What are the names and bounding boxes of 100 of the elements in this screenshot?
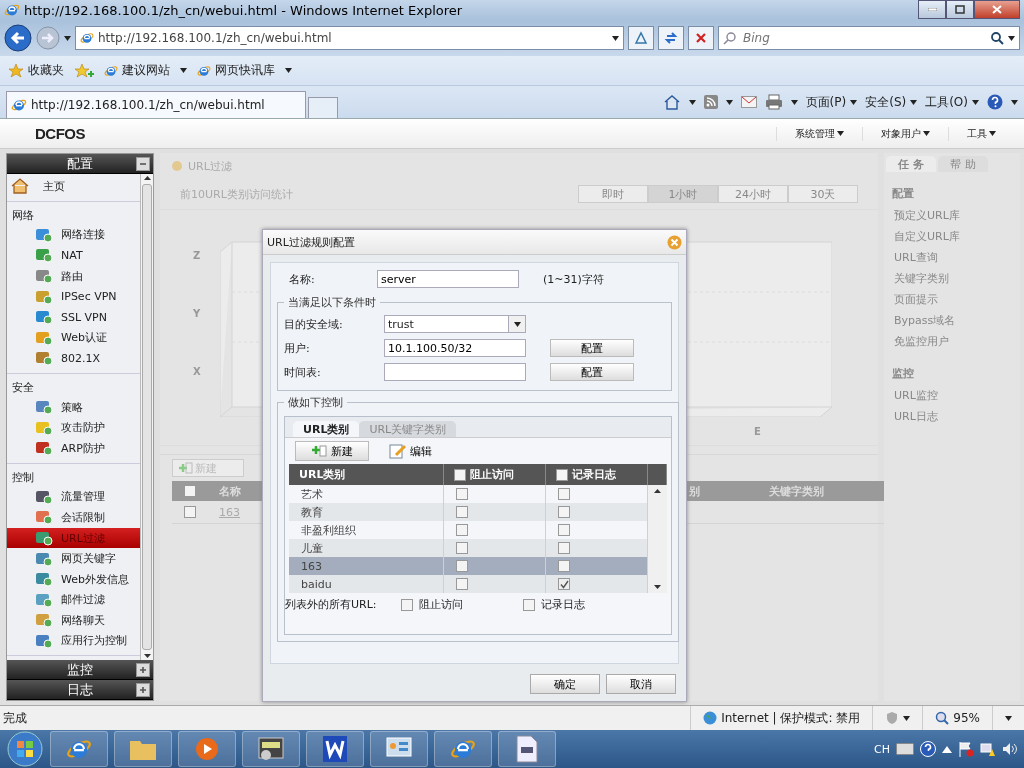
sidebar-item[interactable]: Web外发信息 — [7, 568, 140, 590]
scrollbar[interactable] — [648, 485, 667, 593]
log-checkbox[interactable] — [558, 542, 570, 554]
start-button[interactable] — [6, 731, 44, 767]
feed-icon[interactable] — [703, 95, 718, 109]
sidebar-item[interactable]: 主页 — [7, 176, 140, 197]
compatibility-button[interactable] — [628, 26, 654, 50]
app-menu[interactable]: 系统管理 — [776, 126, 862, 141]
taskbar-button[interactable] — [498, 731, 556, 767]
scroll-up-icon[interactable] — [654, 489, 661, 493]
taskbar-button[interactable] — [50, 731, 108, 767]
table-cell[interactable]: 儿童 — [289, 539, 444, 557]
caret-icon[interactable] — [513, 321, 521, 327]
favorites-button[interactable]: 收藏夹 — [8, 62, 64, 79]
caret-icon[interactable] — [612, 35, 619, 41]
caret-icon[interactable] — [972, 99, 979, 105]
sidebar-item[interactable]: 网络连接 — [7, 224, 140, 246]
sidebar-section-header[interactable]: 日志 — [7, 680, 153, 700]
caret-icon[interactable] — [790, 99, 798, 105]
sidebar-item[interactable]: 网络聊天 — [7, 610, 140, 631]
block-checkbox[interactable] — [456, 488, 468, 500]
column-checkbox[interactable] — [556, 468, 568, 481]
block-checkbox[interactable] — [400, 598, 413, 611]
sidebar-item[interactable]: 邮件过滤 — [7, 589, 140, 611]
scroll-up-icon[interactable] — [143, 176, 151, 180]
print-icon[interactable] — [764, 94, 783, 110]
sidebar-section-header[interactable]: 配置 — [7, 154, 153, 174]
keyboard-icon[interactable] — [896, 743, 914, 755]
taskbar-button[interactable] — [370, 731, 428, 767]
sidebar-item[interactable]: ARP防护 — [7, 437, 140, 459]
caret-icon[interactable] — [180, 68, 187, 73]
expand-button[interactable] — [136, 683, 150, 697]
user-field[interactable]: 10.1.100.50/32 — [384, 339, 526, 357]
block-checkbox[interactable] — [456, 524, 468, 536]
block-checkbox[interactable] — [456, 578, 468, 590]
row-checkbox[interactable] — [184, 506, 196, 518]
taskbar-button[interactable] — [434, 731, 492, 767]
caret-icon[interactable] — [850, 99, 858, 105]
caret-icon[interactable] — [923, 131, 930, 136]
table-cell[interactable]: baidu — [289, 575, 444, 593]
search-icon[interactable] — [990, 31, 1004, 45]
search-input[interactable]: Bing — [741, 30, 986, 46]
browser-tab[interactable]: http://192.168.100.1/zh_cn/webui.html — [6, 91, 306, 118]
caret-icon[interactable] — [1011, 99, 1018, 105]
speaker-icon[interactable] — [1002, 742, 1018, 756]
minimize-button[interactable] — [918, 0, 946, 19]
caret-icon[interactable] — [285, 68, 292, 73]
sidebar-section-header[interactable]: 监控 — [7, 660, 153, 680]
caret-icon[interactable] — [989, 131, 996, 136]
language-indicator[interactable]: CH — [874, 742, 890, 756]
log-checkbox[interactable] — [558, 560, 570, 572]
caret-icon[interactable] — [688, 99, 696, 105]
configure-button[interactable]: 配置 — [550, 363, 634, 381]
edit-button[interactable]: 编辑 — [389, 443, 432, 459]
sidebar-item[interactable]: NAT — [7, 245, 140, 266]
search-field[interactable]: Bing — [718, 26, 1020, 50]
refresh-button[interactable] — [658, 26, 684, 50]
select-all-checkbox[interactable] — [184, 485, 196, 497]
command-menu[interactable]: 工具(O) — [925, 93, 979, 111]
caret-icon[interactable] — [910, 99, 918, 105]
sidebar-item[interactable]: 流量管理 — [7, 486, 140, 508]
column-checkbox[interactable] — [454, 468, 466, 481]
command-menu[interactable]: 安全(S) — [865, 93, 918, 111]
expand-button[interactable] — [136, 663, 150, 677]
block-checkbox[interactable] — [456, 560, 468, 572]
history-caret-icon[interactable] — [64, 35, 71, 41]
back-icon[interactable] — [4, 24, 32, 52]
taskbar-button[interactable] — [242, 731, 300, 767]
log-checkbox[interactable] — [558, 578, 570, 590]
table-cell[interactable]: 教育 — [289, 503, 444, 521]
up-arrow-icon[interactable] — [942, 745, 952, 753]
close-button[interactable] — [974, 0, 1020, 19]
log-checkbox[interactable] — [558, 506, 570, 518]
schedule-field[interactable] — [384, 363, 526, 381]
caret-icon[interactable] — [725, 99, 733, 105]
new-button[interactable]: 新建 — [295, 441, 369, 461]
home-icon[interactable] — [662, 94, 681, 110]
block-checkbox[interactable] — [456, 542, 468, 554]
help-icon[interactable] — [920, 741, 936, 757]
caret-icon[interactable] — [903, 715, 911, 721]
dialog-button[interactable]: 取消 — [606, 674, 676, 694]
table-cell[interactable]: 163 — [289, 557, 444, 575]
zone-dropdown[interactable]: trust — [384, 315, 526, 333]
mail-icon[interactable] — [740, 96, 757, 108]
app-menu[interactable]: 工具 — [948, 126, 1014, 141]
sidebar-item[interactable]: SSL VPN — [7, 306, 140, 328]
maximize-button[interactable] — [946, 0, 974, 19]
block-checkbox[interactable] — [456, 506, 468, 518]
name-field[interactable]: server — [377, 270, 519, 288]
sidebar-item[interactable]: 802.1X — [7, 348, 140, 369]
scroll-down-icon[interactable] — [654, 585, 661, 589]
zoom-caret-icon[interactable] — [1005, 715, 1012, 721]
caret-icon[interactable] — [1008, 35, 1015, 41]
sidebar-item[interactable]: Web认证 — [7, 327, 140, 349]
network-status-icon[interactable] — [980, 741, 996, 757]
dialog-button[interactable]: 确定 — [530, 674, 600, 694]
configure-button[interactable]: 配置 — [550, 339, 634, 357]
favorites-link[interactable]: 网页快讯库 — [197, 62, 275, 79]
caret-icon[interactable] — [837, 131, 844, 136]
sidebar-item[interactable]: 会话限制 — [7, 507, 140, 528]
